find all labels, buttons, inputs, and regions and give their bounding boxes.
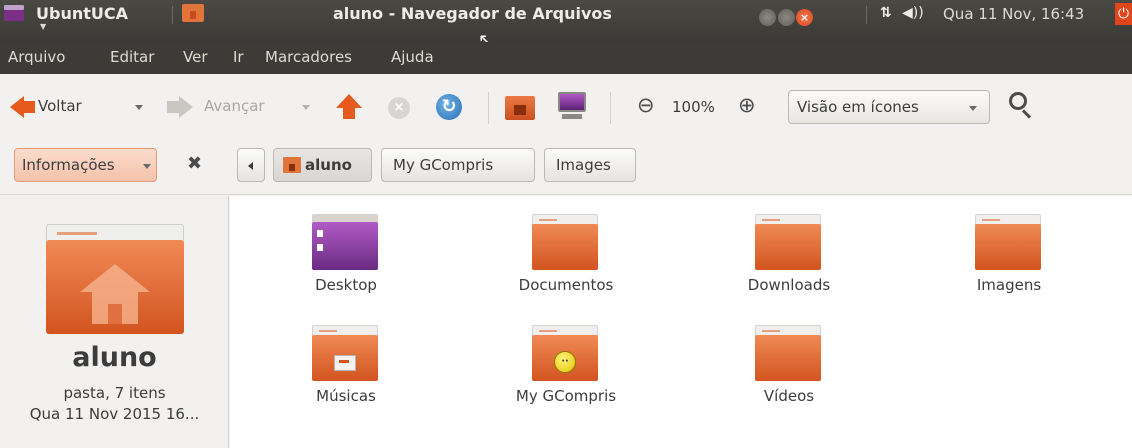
- toolbar-separator: [610, 92, 611, 124]
- file-item-label: Músicas: [316, 387, 376, 405]
- up-arrow-icon: [336, 94, 362, 108]
- home-button[interactable]: [505, 92, 535, 122]
- close-window-button[interactable]: ×: [796, 9, 813, 26]
- breadcrumb-label: aluno: [305, 156, 352, 174]
- file-manager-launcher-icon[interactable]: [182, 4, 204, 22]
- file-icon-view[interactable]: Desktop Documentos Downloads Imagens Mús…: [230, 196, 1132, 448]
- menu-arquivo[interactable]: Arquivo: [8, 48, 65, 66]
- computer-icon: [558, 92, 586, 112]
- toolbar-separator: [488, 92, 489, 124]
- home-folder-large-icon: [46, 224, 184, 334]
- gcompris-folder-icon: ··: [532, 325, 598, 381]
- zoom-out-button[interactable]: ⊖: [637, 93, 655, 117]
- volume-icon[interactable]: ◀)): [902, 5, 924, 21]
- file-item-musicas[interactable]: Músicas: [266, 311, 426, 411]
- stop-button[interactable]: ×: [388, 97, 410, 119]
- menu-ajuda[interactable]: Ajuda: [391, 48, 434, 66]
- zoom-in-button[interactable]: ⊕: [738, 93, 756, 117]
- computer-button[interactable]: [556, 90, 588, 122]
- forward-label: Avançar: [204, 97, 265, 115]
- toolbar: Voltar Avançar × ↻ ⊖ 100% ⊕ Visão em íco…: [0, 74, 1132, 140]
- music-folder-icon: [312, 325, 378, 381]
- search-icon: [1009, 92, 1027, 110]
- view-mode-label: Visão em ícones: [797, 98, 919, 116]
- back-arrow-icon: [10, 96, 24, 118]
- file-item-desktop[interactable]: Desktop: [266, 200, 426, 300]
- menu-ir[interactable]: Ir: [233, 48, 244, 66]
- power-icon[interactable]: ⏻: [1115, 3, 1132, 25]
- chevron-down-icon: [143, 164, 151, 169]
- clock[interactable]: Qua 11 Nov, 16:43: [943, 5, 1084, 23]
- forward-history-dropdown-icon[interactable]: [302, 105, 310, 110]
- folder-icon: [755, 214, 821, 270]
- chevron-left-icon: [248, 162, 253, 170]
- folder-icon: [975, 214, 1041, 270]
- breadcrumb-label: My GCompris: [393, 156, 494, 174]
- folder-date: Qua 11 Nov 2015 16...: [29, 405, 200, 423]
- desktop-folder-icon: [312, 214, 378, 270]
- zoom-level: 100%: [672, 98, 715, 116]
- back-label: Voltar: [38, 97, 82, 115]
- search-button[interactable]: [1006, 88, 1036, 120]
- folder-meta: pasta, 7 itens: [63, 384, 166, 402]
- file-item-label: Imagens: [976, 276, 1042, 294]
- app-menu-caret-icon[interactable]: ▼: [40, 22, 46, 31]
- window-title: aluno - Navegador de Arquivos: [333, 4, 612, 23]
- breadcrumb-images[interactable]: Images: [544, 148, 636, 182]
- top-panel: UbuntUCA ▼ aluno - Navegador de Arquivos…: [0, 0, 1132, 50]
- file-item-label: Downloads: [747, 276, 831, 294]
- breadcrumb-label: Images: [556, 156, 611, 174]
- home-folder-icon: [283, 157, 301, 173]
- chevron-down-icon: [969, 106, 977, 111]
- parent-folder-button[interactable]: [336, 94, 362, 122]
- information-side-pane: aluno pasta, 7 itens Qua 11 Nov 2015 16.…: [0, 196, 229, 448]
- menubar: Arquivo Editar Ver Ir Marcadores Ajuda: [0, 42, 1132, 74]
- breadcrumb-back-button[interactable]: [237, 148, 265, 182]
- file-item-label: My GCompris: [515, 387, 617, 405]
- location-bar: Informações ✖ aluno My GCompris Images: [0, 140, 1132, 195]
- forward-arrow-icon: [179, 96, 193, 118]
- app-menu-icon[interactable]: [4, 5, 24, 21]
- network-icon[interactable]: ⇅: [880, 5, 892, 21]
- app-name[interactable]: UbuntUCA: [36, 4, 128, 23]
- file-item-imagens[interactable]: Imagens: [929, 200, 1089, 300]
- file-item-videos[interactable]: Vídeos: [709, 311, 869, 411]
- menu-editar[interactable]: Editar: [110, 48, 154, 66]
- reload-button[interactable]: ↻: [436, 94, 462, 120]
- side-pane-selector[interactable]: Informações: [14, 148, 157, 182]
- menu-marcadores[interactable]: Marcadores: [265, 48, 352, 66]
- back-history-dropdown-icon[interactable]: [135, 105, 143, 110]
- panel-separator: [866, 6, 867, 24]
- menu-ver[interactable]: Ver: [183, 48, 208, 66]
- minimize-button[interactable]: [759, 9, 776, 26]
- maximize-button[interactable]: [778, 9, 795, 26]
- file-item-label: Vídeos: [763, 387, 815, 405]
- file-item-documentos[interactable]: Documentos: [486, 200, 646, 300]
- folder-icon: [532, 214, 598, 270]
- panel-separator: [172, 6, 173, 24]
- file-item-label: Desktop: [315, 276, 377, 294]
- folder-name: aluno: [72, 342, 157, 373]
- breadcrumb-aluno[interactable]: aluno: [273, 148, 372, 182]
- close-side-pane-icon[interactable]: ✖: [187, 153, 202, 174]
- view-mode-select[interactable]: Visão em ícones: [788, 90, 990, 124]
- file-item-my-gcompris[interactable]: ·· My GCompris: [486, 311, 646, 411]
- breadcrumb-my-gcompris[interactable]: My GCompris: [381, 148, 535, 182]
- folder-icon: [755, 325, 821, 381]
- file-item-label: Documentos: [518, 276, 614, 294]
- file-item-downloads[interactable]: Downloads: [709, 200, 869, 300]
- side-pane-label: Informações: [22, 156, 115, 174]
